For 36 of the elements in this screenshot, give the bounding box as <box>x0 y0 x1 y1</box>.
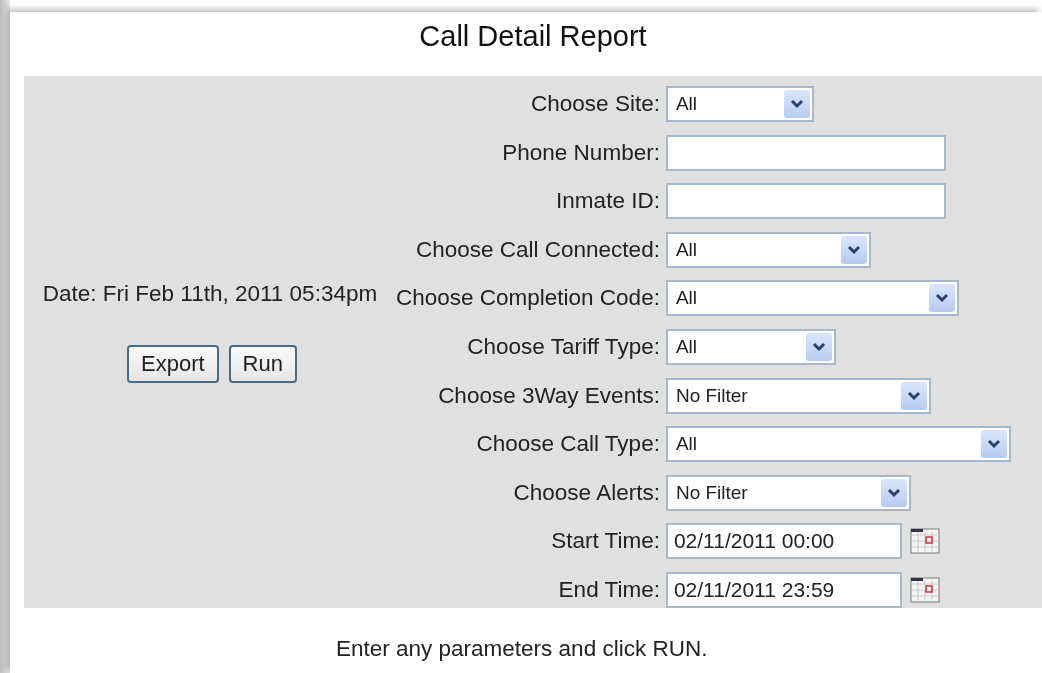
chevron-down-icon <box>928 284 955 313</box>
page-title: Call Detail Report <box>419 20 647 53</box>
instruction-text: Enter any parameters and click RUN. <box>336 636 709 662</box>
dropdown[interactable]: All <box>665 426 1011 462</box>
dropdown[interactable]: All <box>665 280 959 317</box>
chevron-down-icon <box>783 90 810 119</box>
field-label: Phone Number: <box>501 139 660 166</box>
input-field[interactable] <box>665 183 946 220</box>
field-label: Choose Tariff Type: <box>466 334 660 360</box>
field-label: Choose Site: <box>530 91 660 118</box>
dropdown[interactable]: All <box>665 86 814 123</box>
chevron-down-icon <box>880 478 907 507</box>
field-label: Choose Call Connected: <box>415 236 660 263</box>
field-label: Choose Call Type: <box>475 431 660 457</box>
run-button[interactable]: Run <box>228 345 297 383</box>
field-label: End Time: <box>557 576 660 603</box>
chevron-down-icon <box>980 430 1007 458</box>
chevron-down-icon <box>900 381 927 410</box>
dropdown[interactable]: No Filter <box>665 474 911 511</box>
chevron-down-icon <box>840 235 867 264</box>
date-field[interactable]: 02/11/2011 23:59 <box>665 571 902 608</box>
dropdown[interactable]: No Filter <box>665 377 931 414</box>
dropdown[interactable]: All <box>665 329 836 365</box>
field-label: Choose 3Way Events: <box>437 382 660 409</box>
date-field[interactable]: 02/11/2011 00:00 <box>665 523 902 560</box>
field-label: Start Time: <box>550 528 660 555</box>
input-field[interactable] <box>665 134 946 171</box>
chevron-down-icon <box>805 333 832 361</box>
field-label: Choose Completion Code: <box>396 285 660 312</box>
calendar-icon[interactable] <box>909 528 940 555</box>
export-button[interactable]: Export <box>127 345 219 383</box>
calendar-icon[interactable] <box>909 576 940 603</box>
field-label: Inmate ID: <box>555 188 660 215</box>
field-label: Choose Alerts: <box>512 479 660 506</box>
dropdown[interactable]: All <box>665 231 871 268</box>
date-text: Date: Fri Feb 11th, 2011 05:34pm <box>42 281 378 307</box>
